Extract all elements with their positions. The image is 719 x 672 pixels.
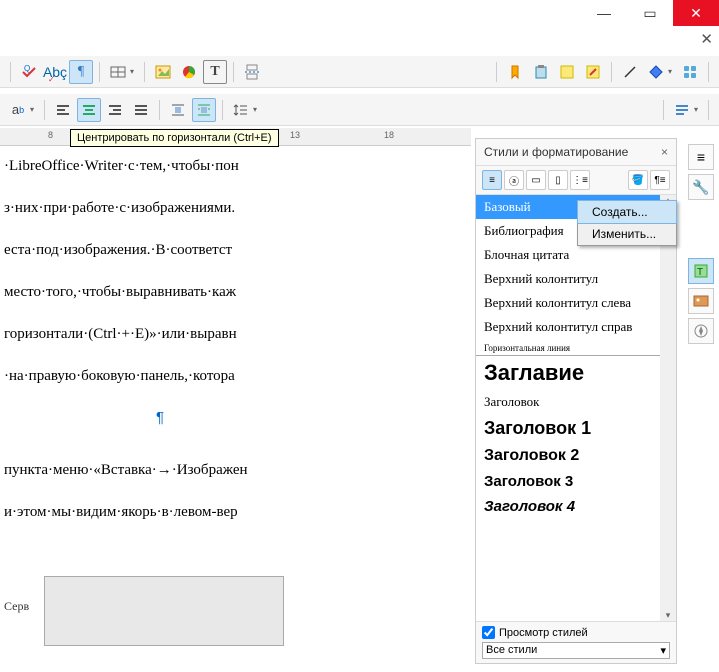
context-menu: Создать... Изменить... (577, 200, 677, 246)
page-break-icon[interactable] (240, 60, 264, 84)
shape-dropdown[interactable]: ▾ (668, 67, 676, 76)
linespacing-dropdown[interactable]: ▾ (253, 105, 261, 114)
style-filter-combo[interactable]: Все стили▾ (482, 642, 670, 659)
text-line: еста·под·изображения.·В·соответст (4, 238, 316, 262)
toolbar-format: ab ▾ ▾ ▾ (0, 94, 719, 126)
text-line: место·того,·чтобы·выравнивать·каж (4, 280, 316, 304)
align-right-icon[interactable] (103, 98, 127, 122)
dock-navigator-icon[interactable] (688, 318, 714, 344)
styles-list[interactable]: БазовыйБиблиографияБлочная цитатаВерхний… (476, 195, 676, 621)
grid-icon[interactable] (678, 60, 702, 84)
style-item[interactable]: Заголовок 3 (476, 469, 676, 494)
edit-note-icon[interactable] (581, 60, 605, 84)
chart-icon[interactable] (177, 60, 201, 84)
style-item[interactable]: Верхний колонтитул справ (476, 315, 676, 339)
status-text: Серв (4, 599, 29, 614)
svg-text:T: T (697, 267, 703, 278)
dock-wrench-icon[interactable]: 🔧 (688, 174, 714, 200)
context-edit[interactable]: Изменить... (578, 223, 676, 245)
close-button[interactable]: ✕ (673, 0, 719, 26)
fill-format-icon[interactable]: 🪣 (628, 170, 648, 190)
toolbar-main: Q Abç✓ ¶ ▾ T ▾ (0, 56, 719, 88)
frame-styles-tab[interactable]: ▭ (526, 170, 546, 190)
style-item[interactable]: Верхний колонтитул слева (476, 291, 676, 315)
style-item[interactable]: Блочная цитата (476, 243, 676, 267)
page-styles-tab[interactable]: ▯ (548, 170, 568, 190)
linespacing-icon[interactable] (229, 98, 253, 122)
styles-panel-close-icon[interactable]: × (661, 145, 668, 159)
styles-tabs: ≡ ⓐ ▭ ▯ ⋮≡ 🪣 ¶≡ (476, 166, 676, 195)
minimize-button[interactable]: — (581, 0, 627, 26)
style-item[interactable]: Заголовок 2 (476, 443, 676, 469)
sidebar-dock: ≡ 🔧 T (683, 138, 719, 664)
image-placeholder[interactable] (44, 576, 284, 646)
autospell-icon[interactable]: Q (17, 60, 41, 84)
pilcrow-icon: ¶ (156, 409, 164, 426)
maximize-button[interactable]: ▭ (627, 0, 673, 26)
charstyle-dropdown[interactable]: ▾ (30, 105, 38, 114)
align-center-icon[interactable] (77, 98, 101, 122)
scrollbar[interactable]: ▴▾ (660, 195, 676, 621)
text-line: пункта·меню·«Вставка·→·Изображен (4, 458, 316, 482)
style-item[interactable]: Заголовок (476, 390, 676, 414)
align-left-icon[interactable] (51, 98, 75, 122)
style-item[interactable]: Заголовок 4 (476, 494, 676, 519)
text-line: горизонтали·(Ctrl·+·E)»·или·выравн (4, 322, 316, 346)
tooltip: Центрировать по горизонтали (Ctrl+E) (70, 129, 279, 147)
dock-styles-icon[interactable]: T (688, 258, 714, 284)
spellcheck-icon[interactable]: Abç✓ (43, 60, 67, 84)
textbox-icon[interactable]: T (203, 60, 227, 84)
char-styles-tab[interactable]: ⓐ (504, 170, 524, 190)
svg-text:Q: Q (24, 64, 30, 73)
style-item[interactable]: Заголовок 1 (476, 414, 676, 443)
bookmark-icon[interactable] (503, 60, 527, 84)
note-icon[interactable] (555, 60, 579, 84)
shape-icon[interactable] (644, 60, 668, 84)
para-style-dropdown[interactable]: ▾ (694, 105, 702, 114)
styles-panel-title: Стили и форматирование (484, 145, 628, 159)
para-style-icon[interactable] (670, 98, 694, 122)
document-close-button[interactable]: ✕ (700, 30, 713, 48)
style-item[interactable]: Верхний колонтитул (476, 267, 676, 291)
style-item[interactable]: Заглавие (476, 356, 676, 390)
wrap-off-icon[interactable] (166, 98, 190, 122)
image-icon[interactable] (151, 60, 175, 84)
styles-panel-header: Стили и форматирование × (476, 139, 676, 166)
dock-menu-icon[interactable]: ≡ (688, 144, 714, 170)
text-line: ·на·правую·боковую·панель,·котора (4, 364, 316, 388)
line-icon[interactable] (618, 60, 642, 84)
style-item[interactable]: Горизонтальная линия (476, 339, 676, 356)
dock-gallery-icon[interactable] (688, 288, 714, 314)
wrap-page-icon[interactable] (192, 98, 216, 122)
clipboard-icon[interactable] (529, 60, 553, 84)
table-icon[interactable] (106, 60, 130, 84)
charstyle-icon[interactable]: ab (6, 98, 30, 122)
context-create[interactable]: Создать... (577, 200, 677, 224)
text-line: з·них·при·работе·с·изображениями. (4, 196, 316, 220)
document-body[interactable]: ·LibreOffice·Writer·с·тем,·чтобы·пон з·н… (0, 148, 320, 672)
styles-footer: Просмотр стилей Все стили▾ (476, 621, 676, 663)
align-justify-icon[interactable] (129, 98, 153, 122)
new-style-icon[interactable]: ¶≡ (650, 170, 670, 190)
table-dropdown[interactable]: ▾ (130, 67, 138, 76)
preview-styles-check[interactable]: Просмотр стилей (482, 626, 670, 639)
text-line: ·LibreOffice·Writer·с·тем,·чтобы·пон (4, 154, 316, 178)
para-styles-tab[interactable]: ≡ (482, 170, 502, 190)
formatting-marks-icon[interactable]: ¶ (69, 60, 93, 84)
list-styles-tab[interactable]: ⋮≡ (570, 170, 590, 190)
text-line: и·этом·мы·видим·якорь·в·левом-вер (4, 500, 316, 524)
window-controls: — ▭ ✕ (581, 0, 719, 26)
